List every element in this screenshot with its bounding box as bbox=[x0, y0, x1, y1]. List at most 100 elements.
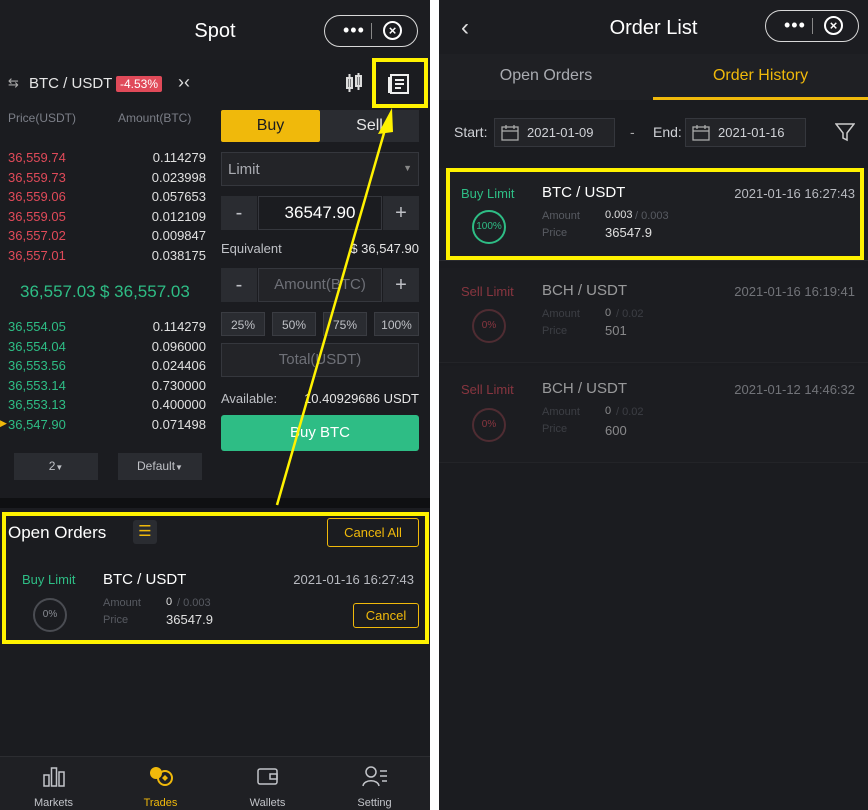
candlestick-icon[interactable] bbox=[344, 72, 364, 99]
ask-price[interactable]: 36,559.73 bbox=[8, 170, 66, 185]
fill-progress-ring: 0% bbox=[472, 408, 506, 442]
price-minus-button[interactable]: - bbox=[221, 196, 257, 230]
amount-total: / 0.02 bbox=[616, 406, 644, 418]
order-row[interactable]: Sell Limit BCH / USDT 2021-01-16 16:19:4… bbox=[439, 268, 868, 363]
order-time: 2021-01-16 16:27:43 bbox=[293, 572, 414, 587]
nav-label: Markets bbox=[33, 797, 74, 809]
sell-tab[interactable]: Sell bbox=[320, 110, 419, 142]
percent-100-button[interactable]: 100% bbox=[374, 312, 419, 336]
swap-icon[interactable]: ⇆ bbox=[8, 75, 19, 91]
trades-icon bbox=[107, 765, 214, 793]
ask-price[interactable]: 36,557.02 bbox=[8, 228, 66, 243]
order-side: Sell Limit bbox=[461, 284, 514, 299]
buy-btc-button[interactable]: Buy BTC bbox=[221, 415, 419, 451]
last-price-usd: $ 36,557.03 bbox=[100, 282, 190, 301]
cancel-all-button[interactable]: Cancel All bbox=[327, 518, 419, 547]
amount-header: Amount(BTC) bbox=[118, 111, 192, 125]
order-row[interactable]: Sell Limit BCH / USDT 2021-01-12 14:46:3… bbox=[439, 366, 868, 463]
mini-program-capsule: ••• × bbox=[324, 15, 418, 47]
percent-75-button[interactable]: 75% bbox=[323, 312, 367, 336]
order-price: 501 bbox=[605, 323, 627, 338]
close-icon[interactable]: × bbox=[383, 21, 402, 40]
start-date: 2021-01-09 bbox=[527, 125, 594, 140]
amount-total: / 0.003 bbox=[177, 597, 211, 609]
nav-label: Trades bbox=[143, 797, 178, 809]
order-list-icon[interactable] bbox=[388, 73, 410, 100]
order-price: 600 bbox=[605, 423, 627, 438]
bid-price[interactable]: 36,553.13 bbox=[8, 397, 66, 412]
more-icon[interactable]: ••• bbox=[784, 16, 806, 34]
ask-price[interactable]: 36,559.74 bbox=[8, 150, 66, 165]
amount-input[interactable]: Amount(BTC) bbox=[258, 268, 382, 302]
current-order-marker-icon: ▶ bbox=[0, 418, 7, 428]
amount-minus-button[interactable]: - bbox=[221, 268, 257, 302]
order-pair: BTC / USDT bbox=[103, 571, 187, 588]
order-type-select[interactable]: Limit ▼ bbox=[221, 152, 419, 186]
ask-price[interactable]: 36,557.01 bbox=[8, 248, 66, 263]
buy-tab[interactable]: Buy bbox=[221, 110, 320, 142]
nav-setting[interactable]: Setting bbox=[321, 765, 428, 809]
caret-down-icon: ▼ bbox=[403, 163, 412, 173]
amount-plus-button[interactable]: + bbox=[383, 268, 419, 302]
tab-bar: Open Orders Order History bbox=[439, 54, 868, 100]
order-time: 2021-01-12 14:46:32 bbox=[734, 382, 855, 397]
calendar-icon bbox=[501, 124, 519, 146]
nav-label: Setting bbox=[357, 797, 392, 809]
available-value: 10.40929686 USDT bbox=[304, 391, 419, 406]
amount-filled: 0 bbox=[605, 307, 612, 319]
bid-amount: 0.730000 bbox=[151, 378, 206, 393]
bid-price[interactable]: 36,554.05 bbox=[8, 319, 66, 334]
divider bbox=[371, 23, 372, 39]
tab-open-orders[interactable]: Open Orders bbox=[439, 67, 653, 85]
order-pair: BCH / USDT bbox=[542, 282, 628, 299]
filter-icon[interactable] bbox=[834, 122, 856, 147]
last-price: 36,557.03 bbox=[20, 282, 96, 301]
tab-order-history[interactable]: Order History bbox=[653, 67, 868, 85]
ask-amount: 0.023998 bbox=[151, 170, 206, 185]
collapse-icon[interactable]: ›‹ bbox=[178, 72, 190, 93]
section-divider bbox=[0, 498, 430, 508]
price-input[interactable]: 36547.90 bbox=[258, 196, 382, 230]
close-icon[interactable]: × bbox=[824, 16, 843, 35]
caret-down-icon: ▼ bbox=[55, 463, 64, 472]
bid-price[interactable]: 36,554.04 bbox=[8, 339, 66, 354]
amount-label: Amount bbox=[542, 406, 580, 418]
bid-amount: 0.114279 bbox=[152, 319, 206, 334]
view-select[interactable]: Default▼ bbox=[118, 453, 202, 480]
amount-label: Amount bbox=[542, 308, 580, 320]
price-label: Price bbox=[542, 423, 568, 435]
percent-25-button[interactable]: 25% bbox=[221, 312, 265, 336]
cancel-order-button[interactable]: Cancel bbox=[353, 603, 419, 628]
order-side: Sell Limit bbox=[461, 382, 514, 397]
start-label: Start: bbox=[454, 124, 488, 140]
amount-filled: 0 bbox=[605, 405, 612, 417]
end-date-picker[interactable]: 2021-01-16 bbox=[685, 118, 806, 147]
bid-amount: 0.071498 bbox=[151, 417, 206, 432]
setting-icon bbox=[321, 765, 428, 793]
nav-label: Wallets bbox=[249, 797, 286, 809]
list-icon[interactable]: ☰ bbox=[133, 520, 157, 544]
price-plus-button[interactable]: + bbox=[383, 196, 419, 230]
order-price: 36547.9 bbox=[166, 612, 213, 627]
price-header: Price(USDT) bbox=[8, 111, 76, 125]
more-icon[interactable]: ••• bbox=[343, 21, 365, 39]
order-pair: BCH / USDT bbox=[542, 380, 628, 397]
order-time: 2021-01-16 16:19:41 bbox=[734, 284, 855, 299]
ask-price[interactable]: 36,559.06 bbox=[8, 189, 66, 204]
total-input[interactable]: Total(USDT) bbox=[221, 343, 419, 377]
ask-price[interactable]: 36,559.05 bbox=[8, 209, 66, 224]
date-separator: - bbox=[630, 124, 635, 140]
bid-amount: 0.400000 bbox=[151, 397, 206, 412]
start-date-picker[interactable]: 2021-01-09 bbox=[494, 118, 615, 147]
nav-markets[interactable]: Markets bbox=[0, 765, 107, 809]
nav-trades[interactable]: Trades bbox=[107, 765, 214, 809]
percent-50-button[interactable]: 50% bbox=[272, 312, 316, 336]
bid-price[interactable]: 36,547.90 bbox=[8, 417, 66, 432]
bid-price[interactable]: 36,553.56 bbox=[8, 358, 66, 373]
caret-down-icon: ▼ bbox=[175, 463, 183, 472]
bid-price[interactable]: 36,553.14 bbox=[8, 378, 66, 393]
nav-wallets[interactable]: Wallets bbox=[214, 765, 321, 809]
pair-name[interactable]: BTC / USDT bbox=[29, 75, 112, 92]
calendar-icon bbox=[692, 124, 710, 146]
depth-select[interactable]: 2▼ bbox=[14, 453, 98, 480]
